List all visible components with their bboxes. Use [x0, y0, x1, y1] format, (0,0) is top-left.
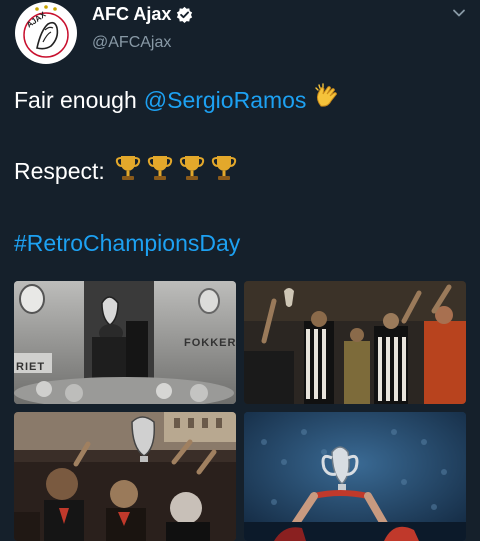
photo-street-parade	[14, 412, 236, 541]
photo-trophy-raised	[244, 412, 466, 541]
media-photo-3[interactable]	[14, 412, 236, 541]
tweet-line-2: Respect:	[14, 153, 237, 189]
media-photo-2[interactable]	[244, 281, 466, 404]
clapping-hands-icon	[312, 82, 342, 118]
media-photo-4[interactable]	[244, 412, 466, 541]
chevron-down-icon[interactable]	[452, 6, 466, 20]
account-name[interactable]: AFC Ajax	[92, 4, 171, 25]
hashtag-link[interactable]: #RetroChampionsDay	[14, 230, 240, 257]
photo-stadium-celebration	[244, 281, 466, 404]
media-grid: FOKKER RIET	[14, 281, 466, 541]
ajax-logo-icon: AJAX	[16, 3, 76, 63]
media-photo-1[interactable]: FOKKER RIET	[14, 281, 236, 404]
account-name-row[interactable]: AFC Ajax	[92, 4, 193, 25]
trophy-icon	[147, 153, 173, 189]
riet-label: RIET	[16, 361, 46, 373]
trophy-icon	[179, 153, 205, 189]
fokker-label: FOKKER	[184, 337, 236, 349]
account-handle[interactable]: @AFCAjax	[92, 34, 171, 52]
mention-link[interactable]: @SergioRamos	[144, 87, 307, 114]
trophy-icon	[211, 153, 237, 189]
trophy-icon	[115, 153, 141, 189]
tweet-text-respect: Respect:	[14, 157, 105, 184]
verified-badge-icon	[177, 6, 193, 23]
tweet-line-1: Fair enough @SergioRamos	[14, 82, 342, 118]
tweet-line-3: #RetroChampionsDay	[14, 230, 240, 257]
avatar[interactable]: AJAX	[15, 2, 77, 64]
tweet-text-fair-enough: Fair enough	[14, 86, 137, 113]
